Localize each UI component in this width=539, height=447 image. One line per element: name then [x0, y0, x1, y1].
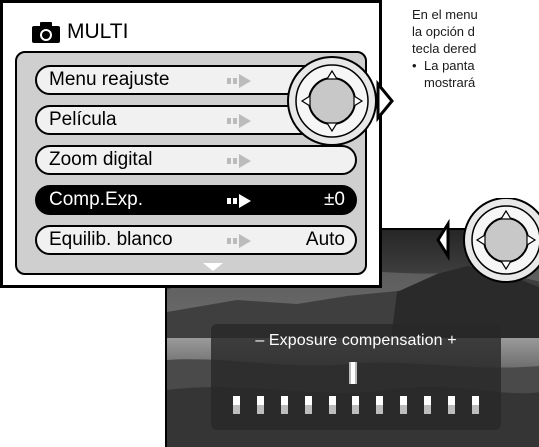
- exposure-compensation-panel: – Exposure compensation +: [211, 324, 501, 430]
- instruction-line: mostrará: [424, 75, 476, 90]
- menu-item-value: ±0: [324, 189, 345, 210]
- instruction-line: la opción d: [412, 24, 475, 39]
- menu-title: MULTI: [31, 17, 128, 47]
- menu-item-label: Equilib. blanco: [49, 229, 173, 250]
- scroll-down-icon[interactable]: [203, 263, 223, 271]
- exposure-scale-tick: [352, 396, 360, 414]
- menu-item-label: Menu reajuste: [49, 69, 170, 90]
- exposure-scale-tick: [448, 396, 456, 414]
- bullet: •: [412, 58, 417, 73]
- exposure-scale-tick: [471, 396, 479, 414]
- submenu-arrow-icon: [227, 114, 251, 128]
- exposure-compensation-title: – Exposure compensation +: [255, 332, 457, 349]
- menu-title-label: MULTI: [67, 20, 129, 43]
- exposure-scale-tick: [280, 396, 288, 414]
- instruction-text: En el menu la opción d tecla dered • La …: [412, 6, 539, 91]
- instruction-line: En el menu: [412, 7, 478, 22]
- instruction-bullet-item: • La panta: [412, 57, 539, 74]
- camera-icon: [32, 22, 60, 43]
- submenu-arrow-icon: [227, 154, 251, 168]
- menu-item-label: Zoom digital: [49, 149, 153, 170]
- four-way-controller-icon[interactable]: [436, 198, 539, 308]
- submenu-arrow-icon: [227, 194, 251, 208]
- exposure-scale-tick: [400, 396, 408, 414]
- menu-item-equilib-blanco[interactable]: Equilib. blanco Auto: [35, 225, 357, 255]
- menu-item-label: Comp.Exp.: [49, 189, 143, 210]
- exposure-scale-tick: [424, 396, 432, 414]
- instruction-line: La panta: [424, 58, 475, 73]
- submenu-arrow-icon: [227, 234, 251, 248]
- exposure-scale-tick: [256, 396, 264, 414]
- menu-item-comp-exp[interactable]: Comp.Exp. ±0: [35, 185, 357, 215]
- exposure-scale-tick: [304, 396, 312, 414]
- exposure-scale-tick: [233, 396, 240, 414]
- menu-item-label: Película: [49, 109, 117, 130]
- exposure-scale-tick: [376, 396, 384, 414]
- menu-item-value: Auto: [305, 229, 345, 250]
- exposure-level-indicator: [349, 362, 357, 384]
- four-way-controller-icon[interactable]: [286, 52, 394, 150]
- exposure-scale[interactable]: [233, 396, 479, 414]
- instruction-line: tecla dered: [412, 41, 477, 56]
- submenu-arrow-icon: [227, 74, 251, 88]
- exposure-scale-tick: [328, 396, 336, 414]
